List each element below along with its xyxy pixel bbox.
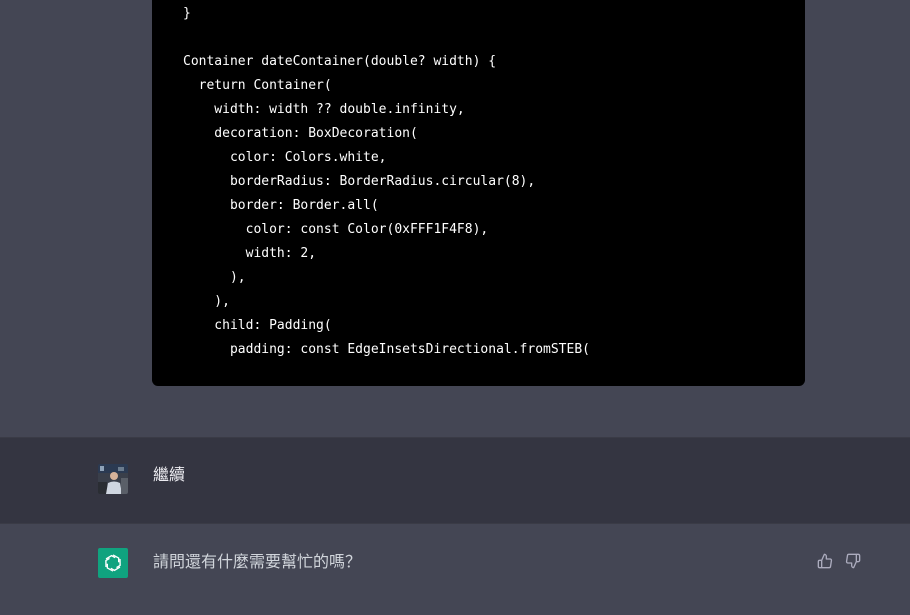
code-line: border: Border.all(: [183, 198, 379, 213]
code-line: }: [183, 6, 191, 21]
code-line: color: Colors.white,: [183, 150, 387, 165]
code-line: ),: [183, 294, 230, 309]
code-block: } } Container dateContainer(double? widt…: [152, 0, 805, 386]
assistant-message-code-row: } } Container dateContainer(double? widt…: [0, 0, 910, 438]
user-photo-avatar: [98, 464, 128, 494]
code-lines: } } Container dateContainer(double? widt…: [152, 0, 590, 362]
user-message-row: [0, 438, 910, 524]
openai-logo-icon: [98, 548, 128, 578]
code-line: color: const Color(0xFFF1F4F8),: [183, 222, 489, 237]
code-line: return Container(: [183, 78, 332, 93]
code-line: child: Padding(: [183, 318, 332, 333]
user-message-text: 繼續: [153, 465, 186, 484]
thumbs-up-icon[interactable]: [815, 551, 835, 571]
code-line: width: width ?? double.infinity,: [183, 102, 465, 117]
code-line: decoration: BoxDecoration(: [183, 126, 418, 141]
code-line: Container dateContainer(double? width) {: [183, 54, 497, 69]
code-line: borderRadius: BorderRadius.circular(8),: [183, 174, 536, 189]
code-line: width: 2,: [183, 246, 317, 261]
assistant-message-row: [0, 524, 910, 615]
code-line: padding: const EdgeInsetsDirectional.fro…: [183, 342, 590, 357]
assistant-message-text: 請問還有什麼需要幫忙的嗎？: [153, 552, 362, 571]
code-line: ),: [183, 270, 246, 285]
thumbs-down-icon[interactable]: [843, 551, 863, 571]
